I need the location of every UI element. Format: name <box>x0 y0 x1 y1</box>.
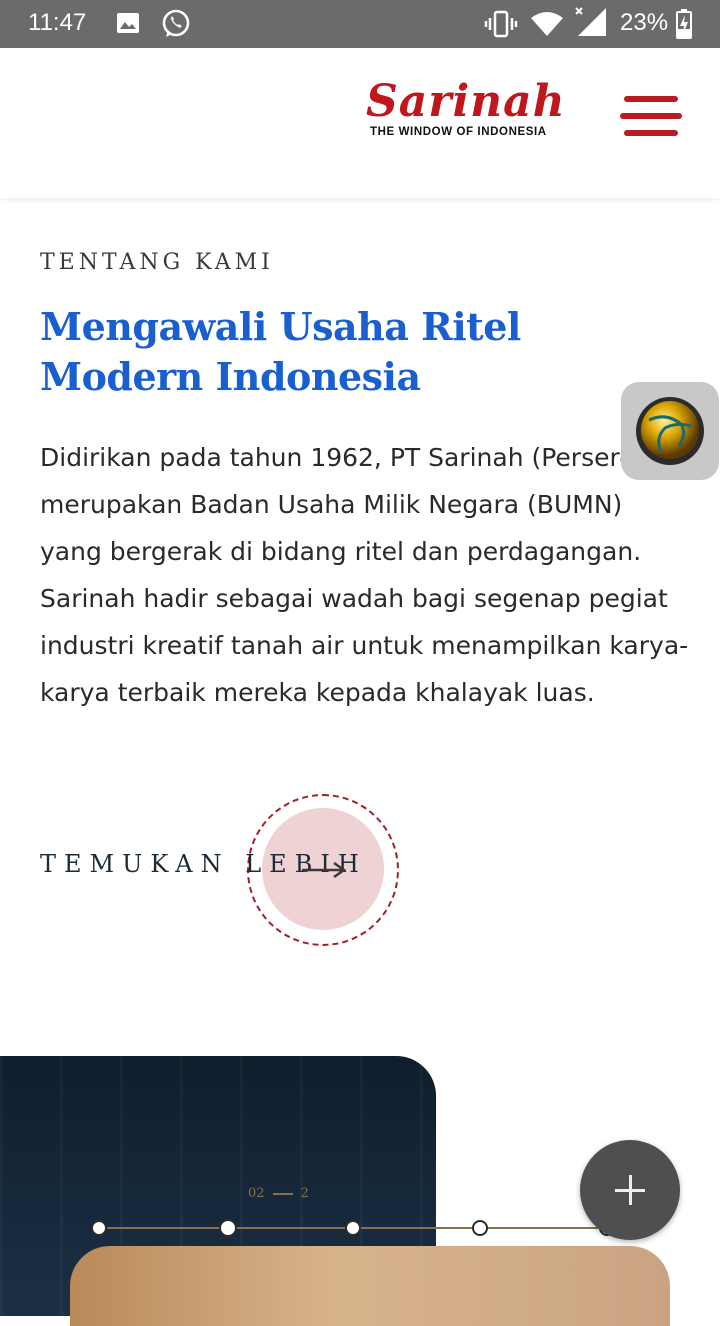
wifi-icon <box>530 10 564 42</box>
hamburger-menu-icon[interactable] <box>620 96 682 140</box>
section-title: Mengawali Usaha Ritel Modern Indonesia <box>40 304 521 399</box>
logo-wordmark: Sarinah <box>366 76 566 127</box>
section-eyebrow: TENTANG KAMI <box>40 250 274 275</box>
menu-bar <box>620 113 682 119</box>
add-button[interactable] <box>580 1140 680 1240</box>
plus-icon <box>629 1175 632 1205</box>
history-photo <box>70 1246 670 1326</box>
timeline-dot-active[interactable] <box>219 1219 237 1237</box>
menu-bar <box>624 130 678 136</box>
status-bar: 11:47 23% <box>0 0 720 48</box>
pager-dash <box>272 1192 293 1195</box>
slide-pager: 02 2 <box>248 1186 309 1201</box>
pager-total: 2 <box>300 1186 309 1201</box>
sarinah-logo[interactable]: Sarinah THE WINDOW OF INDONESIA <box>362 76 587 144</box>
timeline-dot[interactable] <box>345 1220 361 1236</box>
site-header: Sarinah THE WINDOW OF INDONESIA <box>0 48 720 198</box>
whatsapp-icon <box>160 8 192 44</box>
battery-charging-icon <box>676 9 692 43</box>
logo-tagline: THE WINDOW OF INDONESIA <box>370 126 547 138</box>
menu-bar <box>624 96 678 102</box>
pager-current: 02 <box>248 1186 265 1201</box>
battery-percent: 23% <box>620 9 669 36</box>
signal-icon <box>574 6 608 42</box>
timeline-dot[interactable] <box>472 1220 488 1236</box>
ball-overlay-icon[interactable] <box>621 382 719 480</box>
vibrate-icon <box>484 10 518 42</box>
timeline-dot[interactable] <box>91 1220 107 1236</box>
arrow-right-icon[interactable] <box>300 858 348 886</box>
section-description: Didirikan pada tahun 1962, PT Sarinah (P… <box>40 443 689 707</box>
status-time: 11:47 <box>28 9 87 36</box>
image-icon <box>116 10 140 40</box>
